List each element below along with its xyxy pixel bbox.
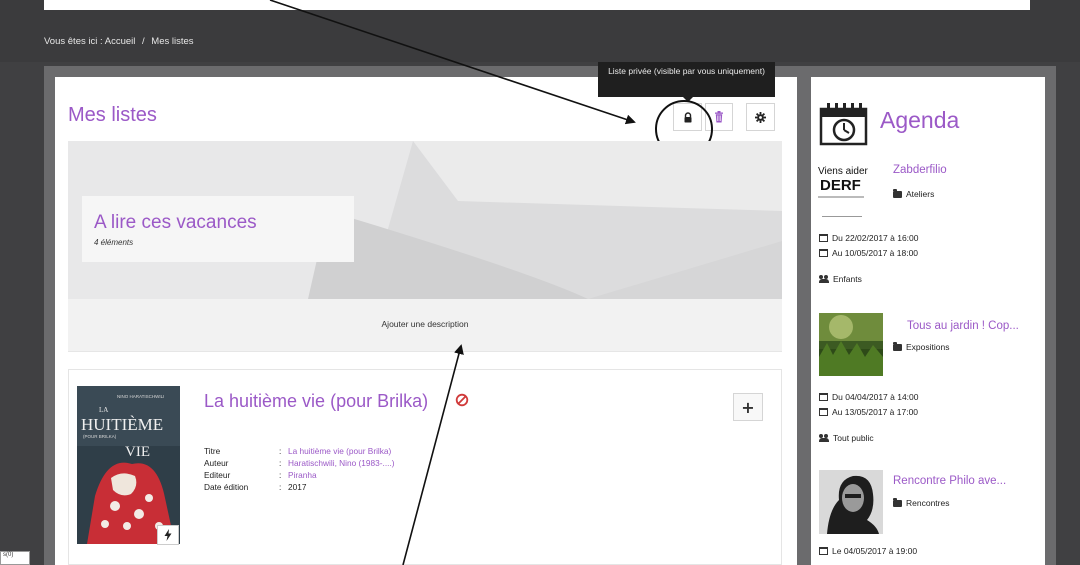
calendar-icon <box>819 234 828 242</box>
add-to-list-button[interactable]: + <box>733 393 763 421</box>
event-thumbnail[interactable] <box>819 470 883 534</box>
meta-value-publisher[interactable]: Piranha <box>288 470 317 480</box>
event-date-text: Du 04/04/2017 à 14:00 <box>832 392 919 402</box>
list-card[interactable]: A lire ces vacances 4 éléments <box>82 196 354 262</box>
event-title-link[interactable]: Rencontre Philo ave... <box>893 475 1006 487</box>
event-thumb-line2: DERF <box>820 177 861 194</box>
cover-title-3: VIE <box>125 444 150 460</box>
breadcrumb-prefix: Vous êtes ici : <box>44 36 103 47</box>
breadcrumb-home-link[interactable]: Accueil <box>105 36 136 47</box>
event-thumbnail[interactable]: Viens aider DERF <box>818 162 882 220</box>
description-area[interactable]: Ajouter une description <box>68 299 782 352</box>
event-category: Rencontres <box>893 497 950 508</box>
meta-value-title[interactable]: La huitième vie (pour Brilka) <box>288 446 391 456</box>
event-audience: Enfants <box>819 274 862 284</box>
meta-label: Editeur <box>204 470 231 480</box>
header-strip <box>44 0 1030 10</box>
event-category-label: Expositions <box>906 342 950 352</box>
event-date-text: Au 10/05/2017 à 18:00 <box>832 248 919 258</box>
breadcrumb: Vous êtes ici : Accueil / Mes listes <box>44 36 194 47</box>
event-category: Ateliers <box>893 188 935 199</box>
gear-icon <box>755 111 766 123</box>
event-category-label: Ateliers <box>906 189 935 199</box>
settings-button[interactable] <box>746 103 775 131</box>
calendar-icon <box>819 408 828 416</box>
event-date-text: Au 13/05/2017 à 17:00 <box>832 407 919 417</box>
screen: Vous êtes ici : Accueil / Mes listes Mes… <box>0 0 1080 565</box>
book-cover-art: NINO HARATISCHWILI LA HUITIÈME (POUR BRI… <box>77 386 180 544</box>
folder-icon <box>893 497 902 507</box>
meta-colon: : <box>279 458 282 468</box>
folder-icon <box>893 341 902 351</box>
page-title: Mes listes <box>68 104 157 126</box>
event-category: Expositions <box>893 341 950 352</box>
list-title: A lire ces vacances <box>94 212 257 233</box>
breadcrumb-separator: / <box>142 36 145 47</box>
event-start-date: Du 04/04/2017 à 14:00 <box>819 392 919 402</box>
event-date: Le 04/05/2017 à 19:00 <box>819 546 917 556</box>
event-audience-label: Enfants <box>833 274 862 284</box>
corner-tag: s(0) <box>0 551 30 565</box>
privacy-tooltip: Liste privée (visible par vous uniquemen… <box>598 62 775 97</box>
meta-label: Auteur <box>204 458 229 468</box>
meta-label: Date édition <box>204 482 249 492</box>
event-title-link[interactable]: Zabderfilio <box>893 164 947 176</box>
event-thumbnail-art <box>819 313 883 376</box>
trash-icon <box>715 111 723 123</box>
meta-value-author[interactable]: Haratischwili, Nino (1983-....) <box>288 458 395 468</box>
event-date-text: Le 04/05/2017 à 19:00 <box>832 546 918 556</box>
book-cover[interactable]: NINO HARATISCHWILI LA HUITIÈME (POUR BRI… <box>77 386 180 544</box>
meta-colon: : <box>279 482 282 492</box>
event-start-date: Du 22/02/2017 à 16:00 <box>819 233 919 243</box>
meta-value-date: 2017 <box>288 482 307 492</box>
event-category-label: Rencontres <box>906 498 950 508</box>
calendar-icon <box>819 249 828 257</box>
event-thumb-line1: Viens aider <box>818 166 869 177</box>
lightning-icon <box>164 529 172 541</box>
quick-action-button[interactable] <box>157 525 179 545</box>
agenda-title: Agenda <box>880 107 960 133</box>
folder-icon <box>893 188 902 198</box>
event-title-link[interactable]: Tous au jardin ! Cop... <box>907 320 1019 332</box>
event-date-text: Du 22/02/2017 à 16:00 <box>832 233 919 243</box>
add-description-link[interactable]: Ajouter une description <box>68 319 782 329</box>
list-item-count: 4 éléments <box>94 238 134 247</box>
event-audience-label: Tout public <box>833 433 874 443</box>
breadcrumb-current: Mes listes <box>151 36 194 47</box>
cover-subtitle: (POUR BRILKA) <box>83 434 117 439</box>
event-thumbnail[interactable] <box>819 313 883 376</box>
meta-label: Titre <box>204 446 221 456</box>
calendar-icon <box>819 547 828 555</box>
event-audience: Tout public <box>819 433 874 443</box>
event-thumbnail-art: Viens aider DERF <box>818 162 882 220</box>
event-end-date: Au 10/05/2017 à 18:00 <box>819 248 918 258</box>
cover-title-1: LA <box>99 406 108 414</box>
item-title-link[interactable]: La huitième vie (pour Brilka) <box>204 391 428 412</box>
cover-author: NINO HARATISCHWILI <box>117 394 164 399</box>
event-end-date: Au 13/05/2017 à 17:00 <box>819 407 918 417</box>
users-icon <box>819 275 829 283</box>
event-thumbnail-art <box>819 470 883 534</box>
unavailable-icon <box>455 393 469 407</box>
calendar-clock-icon <box>819 103 868 146</box>
users-icon <box>819 434 829 442</box>
meta-colon: : <box>279 470 282 480</box>
calendar-icon <box>819 393 828 401</box>
meta-colon: : <box>279 446 282 456</box>
cover-title-2: HUITIÈME <box>81 415 163 434</box>
